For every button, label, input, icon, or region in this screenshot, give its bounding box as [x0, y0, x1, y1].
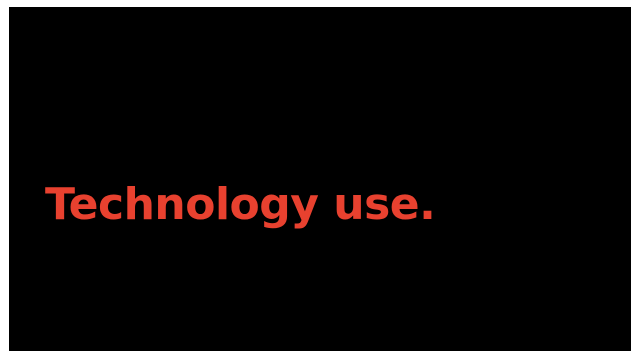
slide-canvas: Technology use. [9, 7, 631, 351]
slide-title: Technology use. [45, 179, 436, 230]
